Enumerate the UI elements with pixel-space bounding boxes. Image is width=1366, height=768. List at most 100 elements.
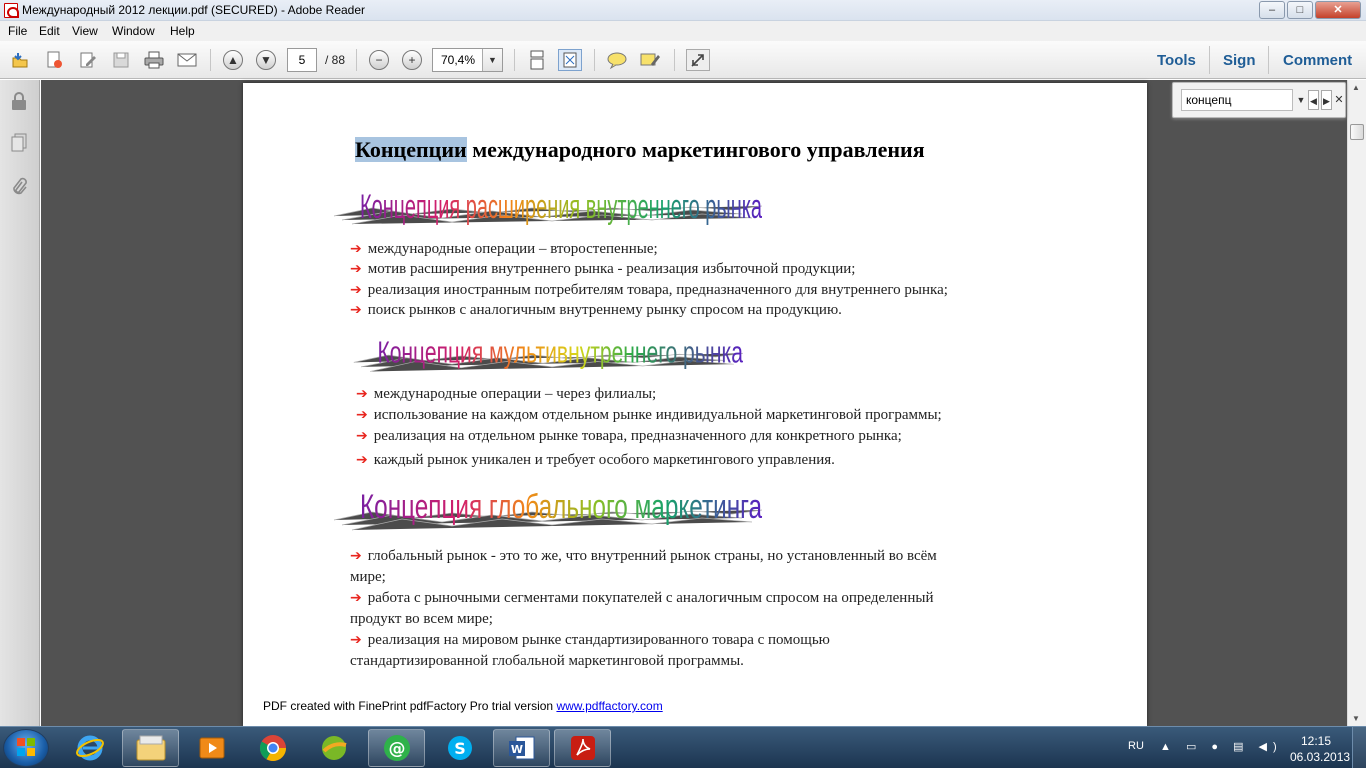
list-item: ➔ международные операции – через филиалы; — [356, 386, 657, 402]
pdf-footer: PDF created with FinePrint pdfFactory Pr… — [263, 699, 663, 713]
page-thumbnails-icon[interactable] — [9, 132, 29, 154]
zoom-select[interactable]: 70,4% ▼ — [432, 48, 503, 72]
find-previous-icon[interactable]: ◀ — [1308, 90, 1319, 110]
print-icon[interactable] — [142, 49, 166, 71]
arrow-right-icon: ➔ — [350, 261, 362, 277]
page-number-input[interactable]: 5 — [287, 48, 317, 72]
menu-window[interactable]: Window — [112, 24, 155, 38]
clock-date[interactable]: 06.03.2013 — [1290, 750, 1350, 764]
menu-view[interactable]: View — [72, 24, 98, 38]
skype-icon[interactable]: S — [431, 729, 488, 767]
zoom-out-button[interactable]: − — [367, 49, 391, 71]
pdffactory-link[interactable]: www.pdffactory.com — [556, 699, 662, 713]
sign-pane-link[interactable]: Sign — [1223, 52, 1256, 69]
wordart-heading-2: Концепция мультивнутреннего рынка — [353, 334, 743, 372]
list-item: ➔ реализация на отдельном рынке товара, п… — [356, 428, 902, 444]
scroll-down-icon[interactable]: ▼ — [1352, 714, 1360, 723]
arrow-right-icon: ➔ — [350, 548, 362, 564]
wordart-heading-1: Концепция расширения внутреннего рынка — [333, 188, 763, 226]
full-screen-icon[interactable] — [686, 49, 710, 71]
next-page-button[interactable]: ▼ — [254, 49, 278, 71]
media-player-icon[interactable] — [183, 729, 240, 767]
list-item: ➔ работа с рыночными сегментами покупател… — [350, 590, 934, 606]
minimize-button[interactable]: – — [1259, 1, 1285, 19]
attachments-icon[interactable] — [9, 176, 29, 198]
scroll-mode-icon[interactable] — [525, 49, 549, 71]
open-file-icon[interactable] — [8, 49, 32, 71]
minus-icon: − — [369, 50, 389, 70]
navigation-pane — [0, 80, 40, 726]
arrow-right-icon: ➔ — [350, 282, 362, 298]
arrow-right-icon: ➔ — [356, 386, 368, 402]
start-button[interactable] — [3, 729, 49, 767]
list-item: ➔ международные операции – второстепенные… — [350, 241, 658, 257]
list-item: ➔ реализация иностранным потребителям тов… — [350, 282, 948, 298]
find-options-chevron-icon[interactable]: ▼ — [1296, 90, 1306, 110]
vertical-scrollbar[interactable]: ▲ ▼ — [1347, 80, 1366, 726]
word-icon[interactable]: W — [493, 729, 550, 767]
system-tray-icons[interactable]: ▲ ▭ ● ▤ ◀) — [1160, 740, 1283, 753]
arrow-up-icon: ▲ — [223, 50, 243, 70]
input-language-indicator[interactable]: RU — [1128, 740, 1144, 752]
svg-text:W: W — [510, 743, 522, 756]
pdf-app-icon — [4, 3, 19, 18]
arrow-right-icon: ➔ — [350, 590, 362, 606]
previous-page-button[interactable]: ▲ — [221, 49, 245, 71]
arrow-right-icon: ➔ — [356, 428, 368, 444]
svg-text:@: @ — [388, 739, 405, 759]
title-bar: Международный 2012 лекции.pdf (SECURED) … — [0, 0, 1366, 21]
file-explorer-icon[interactable] — [122, 729, 179, 767]
sticky-note-icon[interactable] — [605, 49, 629, 71]
clock-time[interactable]: 12:15 — [1296, 734, 1336, 748]
highlight-text-icon[interactable] — [638, 49, 662, 71]
find-next-icon[interactable]: ▶ — [1321, 90, 1332, 110]
find-toolbar: концепц ▼ ◀ ▶ ✕ — [1172, 82, 1346, 118]
tools-pane-link[interactable]: Tools — [1157, 52, 1196, 69]
scroll-up-icon[interactable]: ▲ — [1352, 83, 1360, 92]
chevron-down-icon[interactable]: ▼ — [482, 49, 502, 71]
gamepad-app-icon[interactable] — [305, 729, 362, 767]
find-input[interactable]: концепц — [1181, 89, 1293, 111]
internet-explorer-icon[interactable] — [61, 729, 118, 767]
scrollbar-thumb[interactable] — [1350, 124, 1364, 140]
zoom-value: 70,4% — [441, 53, 476, 67]
chrome-icon[interactable] — [244, 729, 301, 767]
windows-taskbar: @ S W RU ▲ ▭ ● ▤ ◀) 12:15 06.03.2013 — [0, 726, 1366, 768]
menu-edit[interactable]: Edit — [39, 24, 60, 38]
comment-pane-link[interactable]: Comment — [1283, 52, 1352, 69]
window-title: Международный 2012 лекции.pdf (SECURED) … — [22, 3, 366, 17]
adobe-reader-window: Международный 2012 лекции.pdf (SECURED) … — [0, 0, 1366, 768]
page-total: / 88 — [325, 53, 346, 67]
menu-file[interactable]: File — [8, 24, 27, 38]
list-item-continuation: мире; — [350, 569, 386, 585]
menu-help[interactable]: Help — [170, 24, 195, 38]
arrow-right-icon: ➔ — [350, 632, 362, 648]
save-icon[interactable] — [109, 49, 133, 71]
search-highlight: Концепции — [355, 137, 467, 162]
svg-text:S: S — [454, 739, 466, 758]
list-item: ➔ мотив расширения внутреннего рынка - ре… — [350, 261, 856, 277]
arrow-down-icon: ▼ — [256, 50, 276, 70]
adobe-reader-icon[interactable] — [554, 729, 611, 767]
close-icon[interactable]: ✕ — [1334, 90, 1344, 110]
mail-agent-icon[interactable]: @ — [368, 729, 425, 767]
list-item-continuation: продукт во всем мире; — [350, 611, 493, 627]
menu-bar: File Edit View Window Help — [0, 21, 1366, 41]
fit-page-icon[interactable] — [558, 49, 582, 71]
arrow-right-icon: ➔ — [356, 407, 368, 423]
wordart-heading-3: Концепция глобального маркетинга — [333, 488, 762, 531]
create-pdf-icon[interactable] — [42, 49, 66, 71]
edit-pdf-icon[interactable] — [76, 49, 100, 71]
arrow-right-icon: ➔ — [356, 452, 368, 468]
list-item: ➔ реализация на мировом рынке стандартизи… — [350, 632, 830, 648]
email-icon[interactable] — [175, 49, 199, 71]
arrow-right-icon: ➔ — [350, 302, 362, 318]
show-desktop-button[interactable] — [1352, 727, 1366, 768]
arrow-right-icon: ➔ — [350, 241, 362, 257]
wordart-heading-1-text: Концепция расширения внутреннего рынка — [360, 188, 762, 226]
maximize-button[interactable]: □ — [1287, 1, 1313, 19]
lock-icon[interactable] — [9, 90, 29, 112]
close-window-button[interactable]: ✕ — [1315, 1, 1361, 19]
list-item: ➔ глобальный рынок - это то же, что внутр… — [350, 548, 937, 564]
zoom-in-button[interactable]: + — [400, 49, 424, 71]
